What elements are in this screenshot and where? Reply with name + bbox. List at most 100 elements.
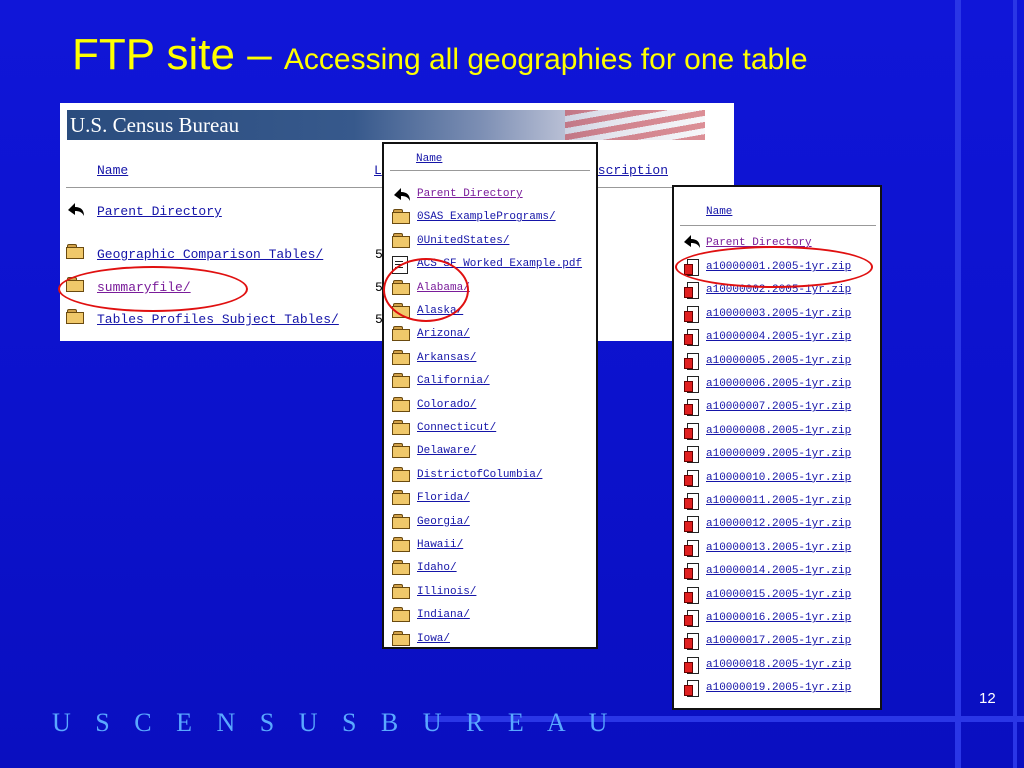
title-subtitle: Accessing all geographies for one table [283, 43, 808, 76]
zip-icon [684, 633, 699, 651]
folder-icon [392, 420, 410, 435]
folder-icon [392, 373, 410, 389]
entry-link[interactable]: Colorado/ [417, 399, 476, 411]
zip-icon [684, 399, 699, 417]
entry-link[interactable]: a10000013.2005-1yr.zip [706, 542, 851, 554]
list-item[interactable]: a10000011.2005-1yr.zip [682, 491, 872, 514]
list-item[interactable]: a10000008.2005-1yr.zip [682, 421, 872, 444]
column-last-modified[interactable]: L [374, 163, 382, 178]
list-item[interactable]: a10000007.2005-1yr.zip [682, 397, 872, 420]
entry-link[interactable]: a10000007.2005-1yr.zip [706, 401, 851, 413]
entry-link[interactable]: a10000005.2005-1yr.zip [706, 355, 851, 367]
census-bureau-wordmark: U S C E N S U S B U R E A U [52, 708, 617, 737]
entry-link[interactable]: a10000009.2005-1yr.zip [706, 448, 851, 460]
list-item[interactable]: Georgia/ [390, 512, 590, 535]
folder-icon [392, 583, 410, 599]
slide-title: FTP site – Accessing all geographies for… [72, 30, 808, 80]
entry-link[interactable]: a10000014.2005-1yr.zip [706, 565, 851, 577]
entry-link[interactable]: Connecticut/ [417, 422, 496, 434]
entry-link[interactable]: a10000012.2005-1yr.zip [706, 518, 851, 530]
list-item[interactable]: a10000013.2005-1yr.zip [682, 538, 872, 561]
entry-link[interactable]: Arkansas/ [417, 352, 476, 364]
zip-icon [684, 563, 699, 581]
entry-link[interactable]: a10000019.2005-1yr.zip [706, 682, 851, 694]
list-item[interactable]: a10000003.2005-1yr.zip [682, 304, 872, 327]
list-item[interactable]: Hawaii/ [390, 535, 590, 558]
zip-icon [684, 376, 699, 393]
entry-link[interactable]: Illinois/ [417, 586, 476, 598]
entry-link[interactable]: Florida/ [417, 492, 470, 504]
list-item[interactable]: a10000004.2005-1yr.zip [682, 327, 872, 350]
list-item[interactable]: 0UnitedStates/ [390, 231, 590, 254]
list-item[interactable]: a10000009.2005-1yr.zip [682, 444, 872, 467]
entry-link[interactable]: Delaware/ [417, 445, 476, 457]
list-item[interactable]: a10000016.2005-1yr.zip [682, 608, 872, 631]
entry-link[interactable]: Georgia/ [417, 516, 470, 528]
list-item[interactable]: Iowa/ [390, 629, 590, 647]
list-item[interactable]: Parent Directory [390, 184, 590, 207]
entry-link[interactable]: Tables Profiles Subject Tables/ [97, 312, 339, 327]
divider [680, 225, 876, 226]
entry-link[interactable]: Indiana/ [417, 609, 470, 621]
list-item[interactable]: Arizona/ [390, 324, 590, 347]
list-item[interactable]: Connecticut/ [390, 418, 590, 441]
list-item[interactable]: a10000012.2005-1yr.zip [682, 514, 872, 537]
list-item[interactable]: a10000010.2005-1yr.zip [682, 468, 872, 491]
list-item[interactable]: a10000017.2005-1yr.zip [682, 631, 872, 654]
list-item[interactable]: a10000006.2005-1yr.zip [682, 374, 872, 397]
list-item[interactable]: a10000018.2005-1yr.zip [682, 655, 872, 678]
entry-link[interactable]: a10000006.2005-1yr.zip [706, 378, 851, 390]
entry-link[interactable]: a10000015.2005-1yr.zip [706, 589, 851, 601]
list-item[interactable]: Idaho/ [390, 558, 590, 581]
entry-link[interactable]: a10000010.2005-1yr.zip [706, 472, 851, 484]
highlight-summaryfile [58, 266, 248, 312]
column-name[interactable]: Name [706, 206, 732, 218]
entry-link[interactable]: 0UnitedStates/ [417, 235, 509, 247]
zip-icon [684, 422, 699, 440]
zip-icon [684, 516, 699, 534]
zip-icon [684, 446, 699, 464]
zip-icon [684, 329, 699, 347]
entry-link[interactable]: DistrictofColumbia/ [417, 469, 542, 481]
entry-link[interactable]: Arizona/ [417, 328, 470, 340]
entry-link[interactable]: a10000003.2005-1yr.zip [706, 308, 851, 320]
list-item[interactable]: Arkansas/ [390, 348, 590, 371]
column-name[interactable]: Name [416, 153, 442, 165]
vertical-rule [1013, 0, 1017, 768]
zip-icon [684, 586, 699, 604]
entry-link[interactable]: California/ [417, 375, 490, 387]
entry-link[interactable]: Parent Directory [97, 204, 222, 219]
list-item[interactable]: Florida/ [390, 488, 590, 511]
entry-link[interactable]: a10000004.2005-1yr.zip [706, 331, 851, 343]
list-item[interactable]: Indiana/ [390, 605, 590, 628]
column-name[interactable]: Name [97, 163, 128, 178]
list-item[interactable]: California/ [390, 371, 590, 394]
entry-link[interactable]: a10000017.2005-1yr.zip [706, 635, 851, 647]
entry-link[interactable]: Parent Directory [417, 188, 523, 200]
list-item[interactable]: a10000005.2005-1yr.zip [682, 351, 872, 374]
list-item[interactable]: 0SAS ExamplePrograms/ [390, 207, 590, 230]
entry-link[interactable]: 0SAS ExamplePrograms/ [417, 211, 556, 223]
list-item[interactable]: DistrictofColumbia/ [390, 465, 590, 488]
entry-link[interactable]: Idaho/ [417, 562, 457, 574]
entry-link[interactable]: Iowa/ [417, 633, 450, 645]
entry-link[interactable]: a10000011.2005-1yr.zip [706, 495, 851, 507]
page-number: 12 [979, 690, 996, 707]
list-item[interactable]: Colorado/ [390, 395, 590, 418]
folder-icon [392, 513, 410, 529]
list-item[interactable]: Illinois/ [390, 582, 590, 605]
folder-icon [392, 209, 410, 225]
entry-link[interactable]: a10000008.2005-1yr.zip [706, 425, 851, 437]
zip-icon [684, 352, 699, 370]
entry-link[interactable]: a10000016.2005-1yr.zip [706, 612, 851, 624]
highlight-alabama [383, 258, 469, 322]
column-description[interactable]: escription [590, 163, 668, 178]
entry-link[interactable]: a10000018.2005-1yr.zip [706, 659, 851, 671]
entry-link[interactable]: Geographic Comparison Tables/ [97, 247, 323, 262]
list-item[interactable]: a10000014.2005-1yr.zip [682, 561, 872, 584]
list-item[interactable]: Delaware/ [390, 441, 590, 464]
folder-icon [392, 232, 410, 248]
list-item[interactable]: a10000019.2005-1yr.zip [682, 678, 872, 701]
list-item[interactable]: a10000015.2005-1yr.zip [682, 585, 872, 608]
entry-link[interactable]: Hawaii/ [417, 539, 463, 551]
